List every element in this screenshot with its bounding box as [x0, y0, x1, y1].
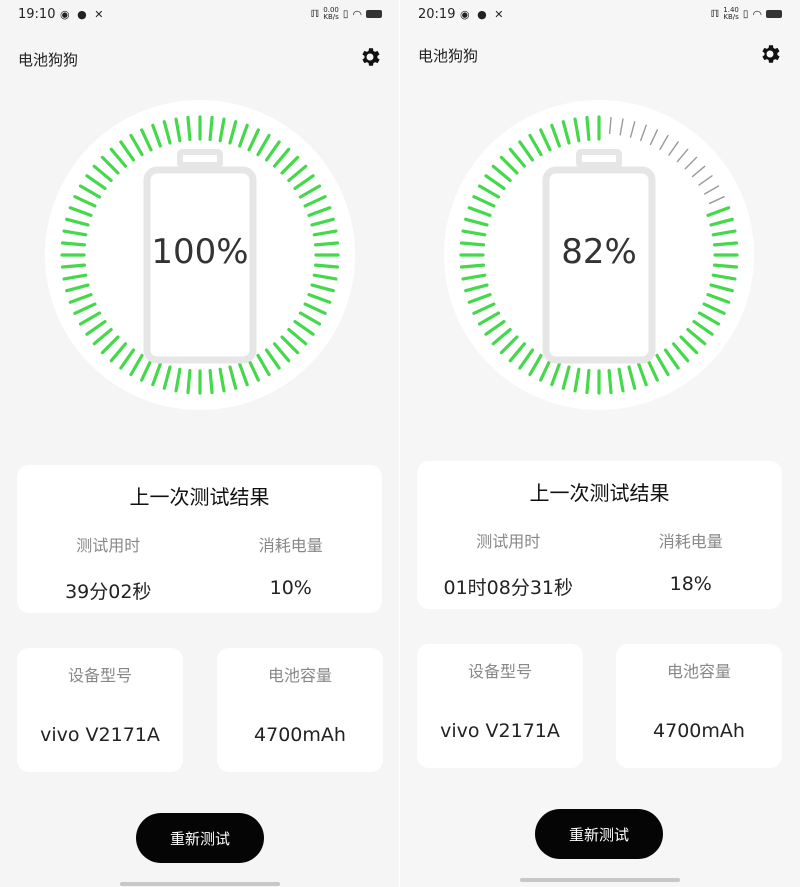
device-card: 设备型号 vivo V2171A — [417, 644, 583, 768]
battery-percent: 100% — [151, 232, 249, 272]
gear-icon[interactable] — [358, 45, 382, 69]
capacity-label: 电池容量 — [267, 666, 332, 685]
battery-gauge: 82% — [444, 100, 754, 410]
signal-icon: ℿ — [310, 8, 320, 20]
capacity-value: 4700mAh — [254, 724, 346, 746]
duration-label: 测试用时 — [76, 536, 141, 555]
status-time: 19:10 — [18, 7, 56, 22]
last-result-title: 上一次测试结果 — [529, 481, 670, 505]
status-bar: 20:19 ◉ ● ✕ ℿ 1.40 KB/s ▯ ◠ — [418, 7, 782, 25]
app-title: 电池狗狗 — [418, 47, 479, 65]
consumed-value: 10% — [269, 577, 312, 599]
capacity-card: 电池容量 4700mAh — [217, 648, 383, 772]
capacity-value: 4700mAh — [653, 720, 745, 742]
device-value: vivo V2171A — [440, 720, 560, 742]
net-speed: 1.40 KB/s — [723, 6, 739, 21]
battery-gauge: 100% — [45, 100, 355, 410]
last-result-title: 上一次测试结果 — [129, 485, 270, 509]
notification-icons: ◉ ● ✕ — [60, 8, 106, 21]
device-label: 设备型号 — [467, 662, 532, 681]
sim-icon: ▯ — [342, 8, 349, 20]
consumed-value: 18% — [669, 573, 712, 595]
sim-icon: ▯ — [742, 8, 749, 20]
gear-icon[interactable] — [758, 42, 782, 66]
capacity-label: 电池容量 — [666, 662, 731, 681]
device-card: 设备型号 vivo V2171A — [17, 648, 183, 772]
battery-percent: 82% — [561, 232, 637, 272]
duration-label: 测试用时 — [476, 532, 541, 551]
capacity-card: 电池容量 4700mAh — [616, 644, 782, 768]
retest-button[interactable]: 重新测试 — [535, 809, 663, 859]
duration-value: 01时08分31秒 — [443, 577, 574, 599]
last-result-card: 上一次测试结果 测试用时 消耗电量 01时08分31秒 18% — [417, 461, 782, 609]
duration-value: 39分02秒 — [65, 581, 152, 603]
retest-button[interactable]: 重新测试 — [136, 813, 264, 863]
app-title: 电池狗狗 — [18, 51, 79, 69]
phone-screen-left: 19:10 ◉ ● ✕ ℿ 0.00 KB/s ▯ ◠ 电池狗狗 100% 上一… — [0, 0, 400, 887]
consumed-label: 消耗电量 — [258, 536, 323, 555]
battery-icon — [766, 10, 782, 18]
status-right-icons: ℿ 0.00 KB/s ▯ ◠ — [311, 7, 382, 21]
home-indicator[interactable] — [520, 878, 680, 882]
notification-icons: ◉ ● ✕ — [460, 8, 506, 21]
device-label: 设备型号 — [67, 666, 132, 685]
wifi-icon: ◠ — [752, 7, 762, 21]
net-speed: 0.00 KB/s — [323, 6, 339, 21]
signal-icon: ℿ — [710, 8, 720, 20]
status-time: 20:19 — [418, 7, 456, 22]
consumed-label: 消耗电量 — [658, 532, 723, 551]
wifi-icon: ◠ — [352, 7, 362, 21]
status-bar: 19:10 ◉ ● ✕ ℿ 0.00 KB/s ▯ ◠ — [18, 7, 382, 25]
home-indicator[interactable] — [120, 882, 280, 886]
phone-screen-right: 20:19 ◉ ● ✕ ℿ 1.40 KB/s ▯ ◠ 电池狗狗 82% 上一次… — [400, 0, 800, 887]
status-right-icons: ℿ 1.40 KB/s ▯ ◠ — [711, 7, 782, 21]
device-value: vivo V2171A — [40, 724, 160, 746]
battery-icon — [366, 10, 382, 18]
last-result-card: 上一次测试结果 测试用时 消耗电量 39分02秒 10% — [17, 465, 382, 613]
